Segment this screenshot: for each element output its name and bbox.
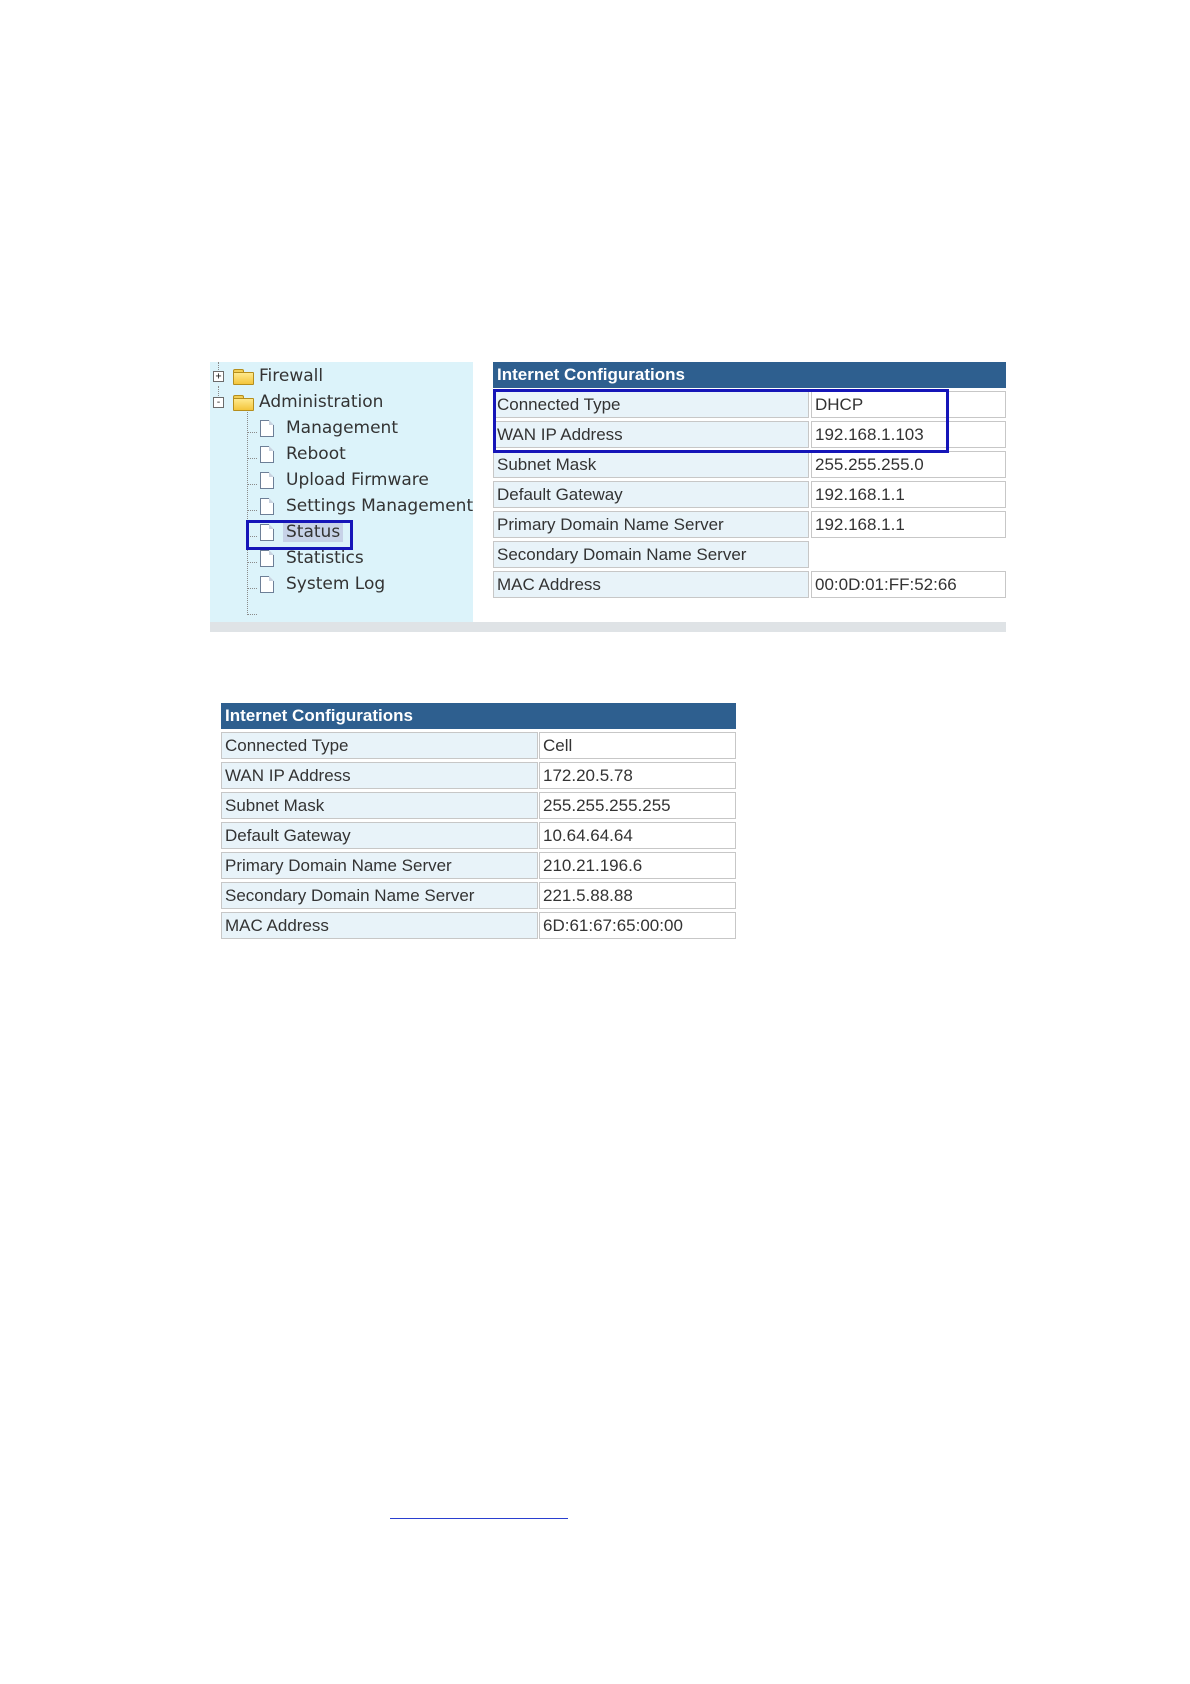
- page-icon: [260, 471, 274, 489]
- table-row: MAC Address 00:0D:01:FF:52:66: [493, 568, 1006, 598]
- internet-config-table-cell: Internet Configurations Connected Type C…: [221, 703, 736, 961]
- status-highlight-box: [246, 520, 353, 550]
- tree-connector: [247, 408, 248, 615]
- tree-item-firewall[interactable]: Firewall: [233, 365, 323, 387]
- row-label: Secondary Domain Name Server: [493, 541, 809, 568]
- router-admin-screenshot: + Firewall - Administration Management R…: [210, 362, 1006, 632]
- row-label: Primary Domain Name Server: [221, 852, 538, 879]
- table-row: Secondary Domain Name Server 221.5.88.88: [221, 879, 736, 909]
- tree-item-label: Firewall: [259, 366, 324, 386]
- row-label: WAN IP Address: [221, 762, 538, 789]
- navigation-tree: + Firewall - Administration Management R…: [210, 362, 473, 622]
- row-value: 255.255.255.0: [811, 451, 1006, 478]
- page-icon: [260, 575, 274, 593]
- internet-config-table-dhcp: Internet Configurations Connected Type D…: [493, 362, 1006, 620]
- tree-connector: [247, 458, 257, 459]
- connection-highlight-box: [493, 389, 949, 453]
- table-row: WAN IP Address 172.20.5.78: [221, 759, 736, 789]
- tree-item-label: Upload Firmware: [286, 470, 429, 490]
- table-row: Primary Domain Name Server 192.168.1.1: [493, 508, 1006, 538]
- row-label: Subnet Mask: [221, 792, 538, 819]
- row-value: 192.168.1.1: [811, 511, 1006, 538]
- page-icon: [260, 419, 274, 437]
- expand-icon[interactable]: +: [213, 371, 224, 382]
- tree-item-upload-firmware[interactable]: Upload Firmware: [260, 469, 429, 491]
- row-value: 00:0D:01:FF:52:66: [811, 571, 1006, 598]
- page-icon: [260, 497, 274, 515]
- row-value: [811, 541, 1006, 568]
- row-label: Secondary Domain Name Server: [221, 882, 538, 909]
- tree-item-system-log[interactable]: System Log: [260, 573, 385, 595]
- tree-item-label: Reboot: [286, 444, 346, 464]
- folder-icon: [233, 368, 254, 385]
- row-label: Primary Domain Name Server: [493, 511, 809, 538]
- page-icon: [260, 549, 274, 567]
- table-row: Default Gateway 10.64.64.64: [221, 819, 736, 849]
- row-value: 172.20.5.78: [539, 762, 736, 789]
- table-title: Internet Configurations: [493, 362, 1006, 388]
- table-row: Default Gateway 192.168.1.1: [493, 478, 1006, 508]
- tree-connector: [247, 614, 257, 615]
- row-value: 221.5.88.88: [539, 882, 736, 909]
- tree-item-reboot[interactable]: Reboot: [260, 443, 346, 465]
- tree-item-statistics[interactable]: Statistics: [260, 547, 364, 569]
- row-label: Subnet Mask: [493, 451, 809, 478]
- table-row: Connected Type Cell: [221, 729, 736, 759]
- row-label: Connected Type: [221, 732, 538, 759]
- tree-connector: [247, 562, 257, 563]
- tree-item-label: Statistics: [286, 548, 364, 568]
- table-row: Secondary Domain Name Server: [493, 538, 1006, 568]
- tree-item-label: Administration: [259, 392, 384, 412]
- row-value: 192.168.1.1: [811, 481, 1006, 508]
- tree-connector: [247, 432, 257, 433]
- row-value: Cell: [539, 732, 736, 759]
- tree-item-administration[interactable]: Administration: [233, 391, 383, 413]
- row-label: MAC Address: [221, 912, 538, 939]
- row-label: Default Gateway: [221, 822, 538, 849]
- tree-item-label: Settings Management: [286, 496, 474, 516]
- row-value: 210.21.196.6: [539, 852, 736, 879]
- table-title: Internet Configurations: [221, 703, 736, 729]
- tree-connector: [247, 510, 257, 511]
- panel-footer-bar: [210, 622, 1006, 632]
- tree-connector: [247, 484, 257, 485]
- row-label: MAC Address: [493, 571, 809, 598]
- tree-item-label: System Log: [286, 574, 386, 594]
- row-label: Default Gateway: [493, 481, 809, 508]
- link-underline[interactable]: [390, 1518, 568, 1519]
- table-row: Primary Domain Name Server 210.21.196.6: [221, 849, 736, 879]
- row-value: 255.255.255.255: [539, 792, 736, 819]
- folder-open-icon: [233, 394, 254, 411]
- tree-item-settings-management[interactable]: Settings Management: [260, 495, 473, 517]
- tree-item-management[interactable]: Management: [260, 417, 398, 439]
- table-row: Subnet Mask 255.255.255.255: [221, 789, 736, 819]
- row-value: 6D:61:67:65:00:00: [539, 912, 736, 939]
- tree-item-label: Management: [286, 418, 398, 438]
- table-row: MAC Address 6D:61:67:65:00:00: [221, 909, 736, 939]
- tree-connector: [247, 588, 257, 589]
- row-value: 10.64.64.64: [539, 822, 736, 849]
- collapse-icon[interactable]: -: [213, 397, 224, 408]
- page-icon: [260, 445, 274, 463]
